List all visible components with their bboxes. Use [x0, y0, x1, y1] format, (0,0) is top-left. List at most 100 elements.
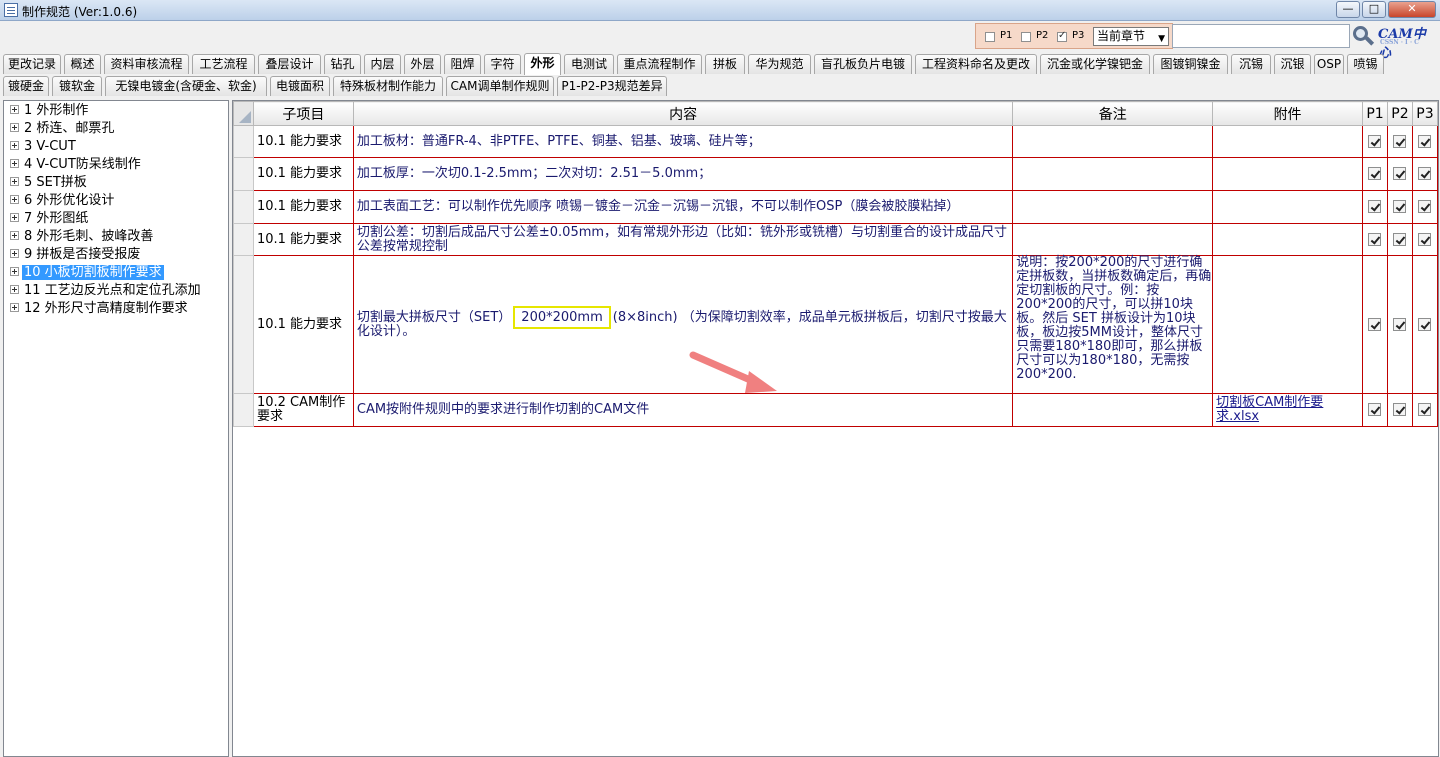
expand-plus-icon[interactable]	[10, 285, 19, 294]
header-p1[interactable]: P1	[1362, 101, 1388, 126]
expand-plus-icon[interactable]	[10, 195, 19, 204]
tree-item[interactable]: 6 外形优化设计	[10, 192, 116, 210]
cell-subitem[interactable]: 10.1 能力要求	[252, 223, 354, 256]
maximize-button[interactable]: □	[1362, 1, 1386, 18]
tab-tabs_row1-7[interactable]: 外层	[404, 54, 441, 74]
tab-tabs_row2-3[interactable]: 电镀面积	[270, 76, 330, 96]
cell-note[interactable]	[1012, 223, 1214, 256]
table-row[interactable]: 10.2 CAM制作要求 CAM按附件规则中的要求进行制作切割的CAM文件 切割板C…	[233, 393, 1438, 427]
tree-item[interactable]: 5 SET拼板	[10, 174, 89, 192]
cell-content[interactable]: 切割最大拼板尺寸（SET） 200*200mm (8×8inch) （为保障切割效率…	[352, 255, 1014, 394]
expand-plus-icon[interactable]	[10, 105, 19, 114]
p1-checkbox[interactable]	[985, 32, 995, 42]
tab-tabs_row1-4[interactable]: 叠层设计	[258, 54, 321, 74]
p3-checkbox-checked[interactable]	[1418, 167, 1432, 180]
tab-tabs_row1-15[interactable]: 盲孔板负片电镀	[814, 54, 912, 74]
p3-checkbox[interactable]	[1057, 30, 1067, 42]
p2-checkbox-checked[interactable]	[1393, 200, 1407, 213]
tab-tabs_row1-17[interactable]: 沉金或化学镍钯金	[1040, 54, 1150, 74]
cell-content[interactable]: 加工板材：普通FR-4、非PTFE、PTFE、铜基、铝基、玻璃、硅片等；	[352, 125, 1014, 158]
tree-item[interactable]: 9 拼板是否接受报废	[10, 246, 142, 264]
row-header[interactable]	[233, 393, 254, 427]
tree-item[interactable]: 4 V-CUT防呆线制作	[10, 156, 143, 174]
expand-plus-icon[interactable]	[10, 249, 19, 258]
tab-tabs_row1-12[interactable]: 重点流程制作	[617, 54, 702, 74]
row-header[interactable]	[233, 255, 254, 394]
tab-tabs_row1-10[interactable]: 外形	[524, 53, 561, 75]
cell-note[interactable]	[1012, 157, 1214, 191]
cell-note[interactable]: 说明：按200*200的尺寸进行确定拼板数，当拼板数确定后，再确定切割板的尺寸。…	[1012, 255, 1214, 394]
cell-content[interactable]: 切割公差：切割后成品尺寸公差±0.05mm，如有常规外形边（比如：铣外形或铣槽）…	[352, 223, 1014, 256]
p1-checkbox-checked[interactable]	[1368, 200, 1382, 213]
expand-plus-icon[interactable]	[10, 231, 19, 240]
header-note[interactable]: 备注	[1012, 101, 1214, 126]
tree-item[interactable]: 1 外形制作	[10, 102, 90, 120]
tab-tabs_row2-1[interactable]: 镀软金	[52, 76, 102, 96]
select-all-corner[interactable]	[233, 101, 254, 126]
cell-subitem[interactable]: 10.1 能力要求	[252, 125, 354, 158]
tab-tabs_row1-6[interactable]: 内层	[364, 54, 401, 74]
tree-item[interactable]: 11 工艺边反光点和定位孔添加	[10, 282, 203, 300]
tab-tabs_row1-5[interactable]: 钻孔	[324, 54, 361, 74]
tab-tabs_row1-19[interactable]: 沉锡	[1231, 54, 1271, 74]
chapter-select[interactable]: 当前章节 ▼	[1093, 27, 1169, 46]
tab-tabs_row1-13[interactable]: 拼板	[705, 54, 745, 74]
cell-subitem[interactable]: 10.1 能力要求	[252, 255, 354, 394]
p3-checkbox-checked[interactable]	[1418, 232, 1432, 246]
tab-tabs_row2-6[interactable]: P1-P2-P3规范差异	[557, 76, 667, 96]
minimize-button[interactable]: —	[1336, 1, 1360, 18]
tab-tabs_row1-14[interactable]: 华为规范	[748, 54, 811, 74]
tab-tabs_row1-8[interactable]: 阻焊	[444, 54, 481, 74]
cell-subitem[interactable]: 10.2 CAM制作要求	[252, 393, 354, 427]
cell-subitem[interactable]: 10.1 能力要求	[252, 157, 354, 191]
p2-checkbox-checked[interactable]	[1393, 232, 1407, 246]
p3-checkbox-checked[interactable]	[1418, 403, 1432, 416]
tab-tabs_row1-22[interactable]: 喷锡	[1347, 54, 1384, 74]
p2-checkbox-checked[interactable]	[1393, 317, 1407, 331]
tab-tabs_row1-21[interactable]: OSP	[1314, 54, 1344, 74]
p2-checkbox-checked[interactable]	[1393, 167, 1407, 180]
expand-plus-icon[interactable]	[10, 267, 19, 276]
p1-checkbox-checked[interactable]	[1368, 317, 1382, 331]
expand-plus-icon[interactable]	[10, 123, 19, 132]
tab-tabs_row1-11[interactable]: 电测试	[564, 54, 614, 74]
expand-plus-icon[interactable]	[10, 159, 19, 168]
cell-note[interactable]	[1012, 190, 1214, 224]
table-row[interactable]: 10.1 能力要求 切割公差：切割后成品尺寸公差±0.05mm，如有常规外形边（比…	[233, 223, 1438, 256]
tab-tabs_row2-2[interactable]: 无镍电镀金(含硬金、软金)	[105, 76, 267, 96]
p1-checkbox-checked[interactable]	[1368, 167, 1382, 180]
row-header[interactable]	[233, 190, 254, 224]
cell-attachment[interactable]	[1212, 157, 1363, 191]
header-p2[interactable]: P2	[1386, 101, 1413, 126]
tree-item[interactable]: 12 外形尺寸高精度制作要求	[10, 300, 190, 318]
expand-plus-icon[interactable]	[10, 141, 19, 150]
p2-checkbox[interactable]	[1021, 32, 1031, 42]
table-row[interactable]: 10.1 能力要求 加工板材：普通FR-4、非PTFE、PTFE、铜基、铝基、玻璃…	[233, 125, 1438, 158]
search-input[interactable]	[1172, 24, 1350, 48]
header-p3[interactable]: P3	[1411, 101, 1438, 126]
attachment-link[interactable]: 切割板CAM制作要求.xlsx	[1216, 395, 1323, 424]
tab-tabs_row1-2[interactable]: 资料审核流程	[104, 54, 189, 74]
cell-attachment[interactable]	[1212, 125, 1363, 158]
tree-item[interactable]: 2 桥连、邮票孔	[10, 120, 116, 138]
tree-item[interactable]: 8 外形毛刺、披峰改善	[10, 228, 155, 246]
p1-checkbox-checked[interactable]	[1368, 403, 1382, 416]
row-header[interactable]	[233, 157, 254, 191]
search-button[interactable]	[1350, 23, 1376, 49]
cell-content[interactable]: CAM按附件规则中的要求进行制作切割的CAM文件	[352, 393, 1014, 427]
cell-note[interactable]	[1012, 125, 1214, 158]
tab-tabs_row1-20[interactable]: 沉银	[1274, 54, 1311, 74]
cell-attachment[interactable]	[1212, 223, 1363, 256]
p1-checkbox-checked[interactable]	[1368, 232, 1382, 246]
tab-tabs_row2-5[interactable]: CAM调单制作规则	[446, 76, 554, 96]
header-content[interactable]: 内容	[352, 101, 1014, 126]
cell-subitem[interactable]: 10.1 能力要求	[252, 190, 354, 224]
cell-attachment[interactable]	[1212, 190, 1363, 224]
p3-checkbox-checked[interactable]	[1418, 317, 1432, 331]
tab-tabs_row1-3[interactable]: 工艺流程	[192, 54, 255, 74]
tree-item[interactable]: 3 V-CUT	[10, 138, 78, 156]
tree-item[interactable]: 7 外形图纸	[10, 210, 90, 228]
p3-checkbox-checked[interactable]	[1418, 200, 1432, 213]
table-row[interactable]: 10.1 能力要求 加工板厚：一次切0.1-2.5mm；二次对切：2.51－5.0…	[233, 157, 1438, 191]
tab-tabs_row2-4[interactable]: 特殊板材制作能力	[333, 76, 443, 96]
